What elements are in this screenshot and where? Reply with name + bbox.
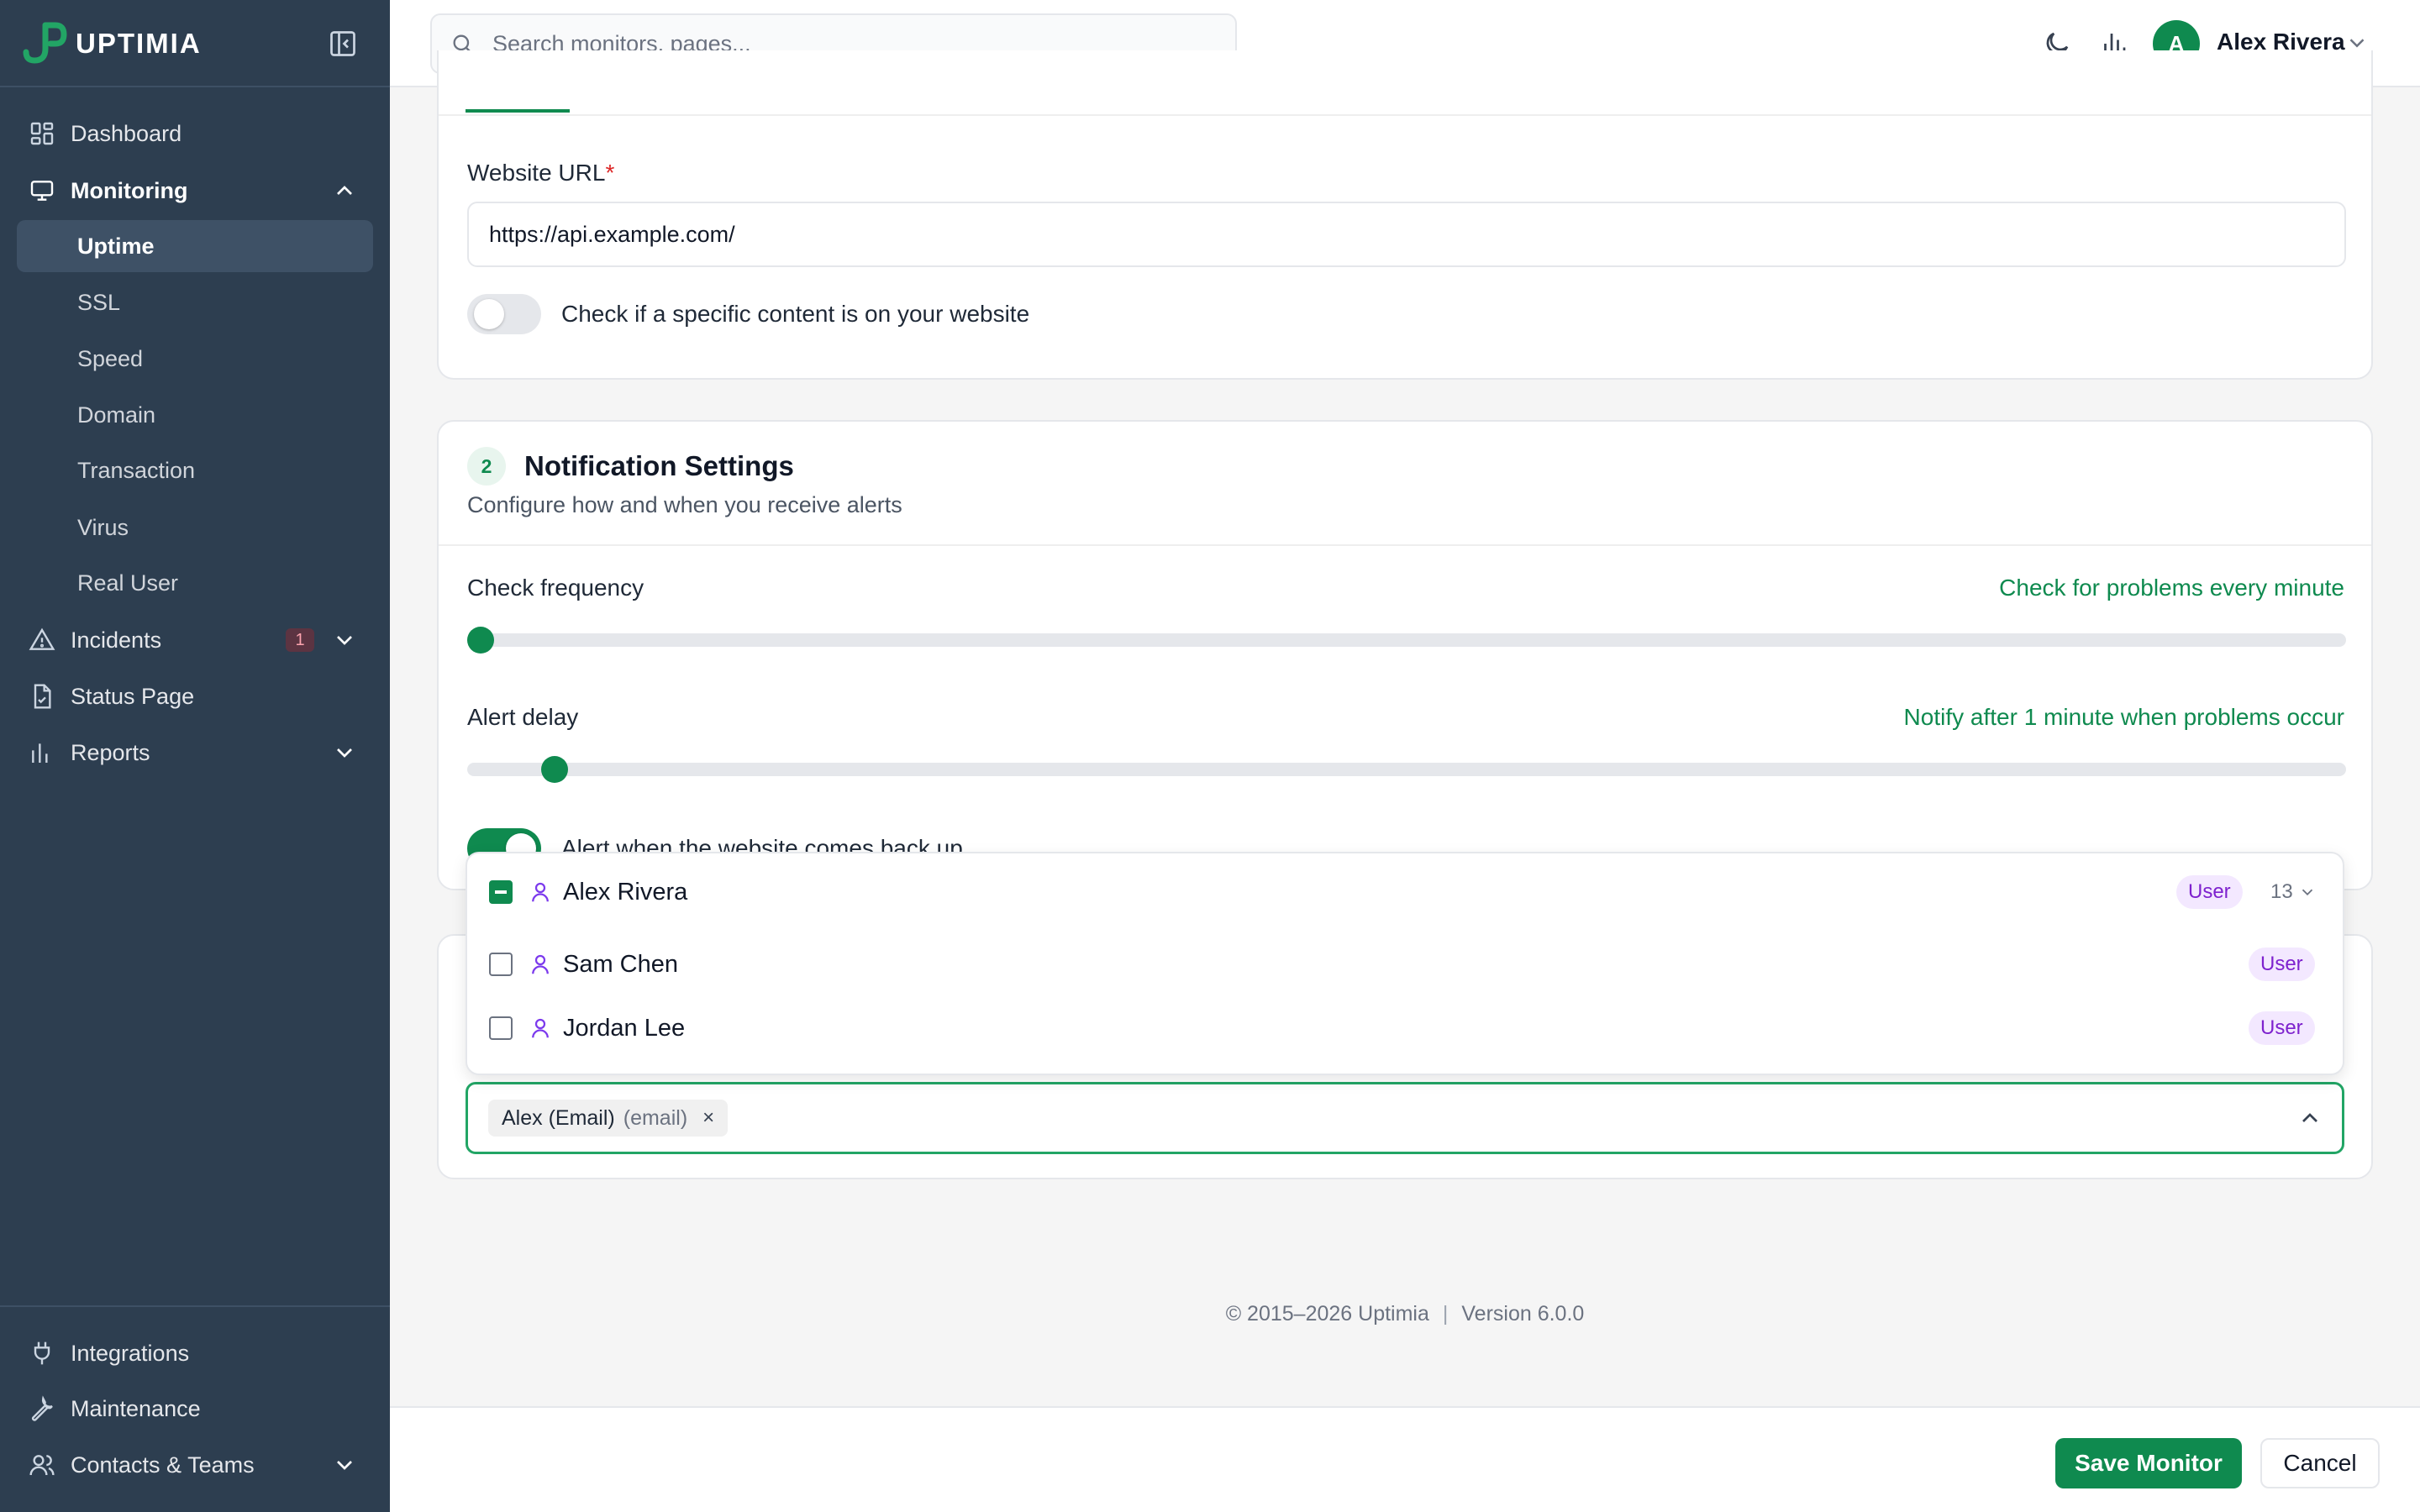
sidebar-item-integrations[interactable]: Integrations (17, 1327, 373, 1379)
sidebar: UPTIMIA Dashboard Monitoring Uptime SSL … (0, 0, 390, 1512)
step-number: 2 (467, 447, 506, 486)
sidebar-subitem-uptime[interactable]: Uptime (17, 220, 373, 272)
sidebar-item-dashboard[interactable]: Dashboard (17, 108, 373, 160)
content-check-toggle[interactable] (467, 294, 541, 334)
sidebar-subitem-ssl[interactable]: SSL (17, 276, 373, 328)
card-divider (439, 114, 2371, 116)
active-tab-indicator (466, 109, 570, 113)
section-title: Notification Settings (524, 450, 794, 481)
section-subtitle: Configure how and when you receive alert… (467, 492, 902, 517)
option-name: Jordan Lee (563, 1014, 686, 1042)
chevron-up-icon[interactable] (2296, 1105, 2323, 1131)
monitor-details-card: Website URL* Check if a specific content… (437, 50, 2373, 380)
chevron-down-icon (337, 636, 352, 645)
slider-thumb[interactable] (467, 627, 494, 654)
chip-remove-button[interactable]: × (702, 1106, 714, 1130)
check-frequency-label: Check frequency (467, 575, 644, 601)
toggle-knob (474, 299, 504, 329)
group-count[interactable]: 13 (2270, 880, 2317, 904)
dropdown-option[interactable]: Alex Rivera User 13 (467, 860, 2343, 924)
sidebar-item-maintenance[interactable]: Maintenance (17, 1383, 373, 1435)
sidebar-item-label: Incidents (71, 627, 162, 653)
alert-delay-value: Notify after 1 minute when problems occu… (1903, 704, 2344, 730)
document-icon (34, 684, 51, 709)
content-check-label: Check if a specific content is on your w… (561, 301, 1030, 327)
role-badge: User (2249, 1011, 2315, 1045)
chip-type: (email) (623, 1105, 688, 1130)
wrench-icon (31, 1395, 53, 1421)
sidebar-item-label: Integrations (71, 1340, 190, 1366)
sidebar-item-label: Reports (71, 739, 150, 765)
option-checkbox[interactable] (489, 1016, 513, 1040)
option-checkbox[interactable] (489, 953, 513, 976)
footer-separator: | (1442, 1302, 1449, 1326)
sidebar-item-label: Monitoring (71, 177, 188, 203)
user-icon (532, 1018, 549, 1038)
alert-triangle-icon (29, 627, 55, 650)
option-name: Sam Chen (563, 950, 679, 978)
version-text: Version 6.0.0 (1461, 1302, 1585, 1326)
sidebar-item-reports[interactable]: Reports (17, 727, 373, 779)
sidebar-subitem-speed[interactable]: Speed (17, 333, 373, 385)
footer: © 2015–2026 Uptimia | Version 6.0.0 (390, 1302, 2420, 1326)
sidebar-subitem-virus[interactable]: Virus (17, 501, 373, 554)
alert-delay-label: Alert delay (467, 704, 579, 730)
chevron-down-icon (337, 748, 352, 758)
chevron-down-icon (337, 1461, 352, 1470)
sidebar-item-label: Status Page (71, 683, 195, 709)
sidebar-divider (0, 86, 390, 87)
chip-name: Alex (Email) (502, 1105, 615, 1130)
chevron-up-icon (337, 186, 352, 195)
incidents-count-badge: 1 (286, 628, 314, 652)
sidebar-item-status-page[interactable]: Status Page (17, 670, 373, 722)
dashboard-icon (30, 122, 54, 145)
sidebar-subitem-real-user[interactable]: Real User (17, 557, 373, 609)
contacts-dropdown: Alex Rivera User 13 Sam Chen User Jordan… (466, 852, 2344, 1075)
dropdown-option[interactable]: Jordan Lee User (467, 996, 2343, 1060)
sidebar-item-label: Maintenance (71, 1395, 201, 1421)
required-mark: * (605, 160, 615, 186)
brand-name: UPTIMIA (76, 28, 202, 59)
sidebar-item-label: Dashboard (71, 120, 182, 146)
role-badge: User (2249, 948, 2315, 981)
sidebar-collapse-icon[interactable] (328, 29, 358, 59)
sidebar-subitem-transaction[interactable]: Transaction (17, 444, 373, 496)
website-url-label: Website URL* (467, 160, 614, 186)
monitor-icon (30, 181, 54, 201)
notification-settings-card: 2 Notification Settings Configure how an… (437, 420, 2373, 890)
sidebar-subitem-domain[interactable]: Domain (17, 389, 373, 441)
user-icon (532, 954, 549, 974)
check-frequency-value: Check for problems every minute (1999, 575, 2344, 601)
sidebar-item-contacts-teams[interactable]: Contacts & Teams (17, 1439, 373, 1491)
option-checkbox[interactable] (489, 880, 513, 904)
save-monitor-button[interactable]: Save Monitor (2055, 1438, 2242, 1488)
dropdown-option[interactable]: Sam Chen User (467, 932, 2343, 996)
alert-delay-slider[interactable] (467, 756, 2346, 783)
brand[interactable]: UPTIMIA (22, 20, 202, 67)
sidebar-divider (0, 1305, 390, 1307)
action-bar: Save Monitor Cancel (390, 1406, 2420, 1512)
website-url-label-text: Website URL (467, 160, 606, 186)
sidebar-item-incidents[interactable]: Incidents 1 (17, 614, 373, 666)
user-icon (532, 882, 549, 902)
selected-contact-chip: Alex (Email) (email) × (488, 1100, 729, 1137)
chevron-down-icon (2302, 889, 2312, 896)
users-icon (29, 1455, 55, 1476)
check-frequency-slider[interactable] (467, 627, 2346, 654)
logo-icon (23, 22, 67, 64)
website-url-input[interactable] (467, 202, 2346, 267)
group-count-value: 13 (2270, 880, 2293, 903)
plug-icon (34, 1341, 50, 1365)
contacts-select[interactable]: Alex (Email) (email) × (466, 1082, 2344, 1154)
cancel-button[interactable]: Cancel (2260, 1438, 2380, 1488)
copyright-text: © 2015–2026 Uptimia (1225, 1302, 1429, 1326)
role-badge: User (2176, 875, 2243, 909)
slider-thumb[interactable] (541, 756, 569, 783)
card-divider (439, 544, 2371, 546)
bar-chart-icon (32, 743, 48, 763)
option-name: Alex Rivera (563, 878, 688, 906)
sidebar-item-label: Contacts & Teams (71, 1452, 255, 1478)
sidebar-item-monitoring[interactable]: Monitoring (17, 165, 373, 217)
